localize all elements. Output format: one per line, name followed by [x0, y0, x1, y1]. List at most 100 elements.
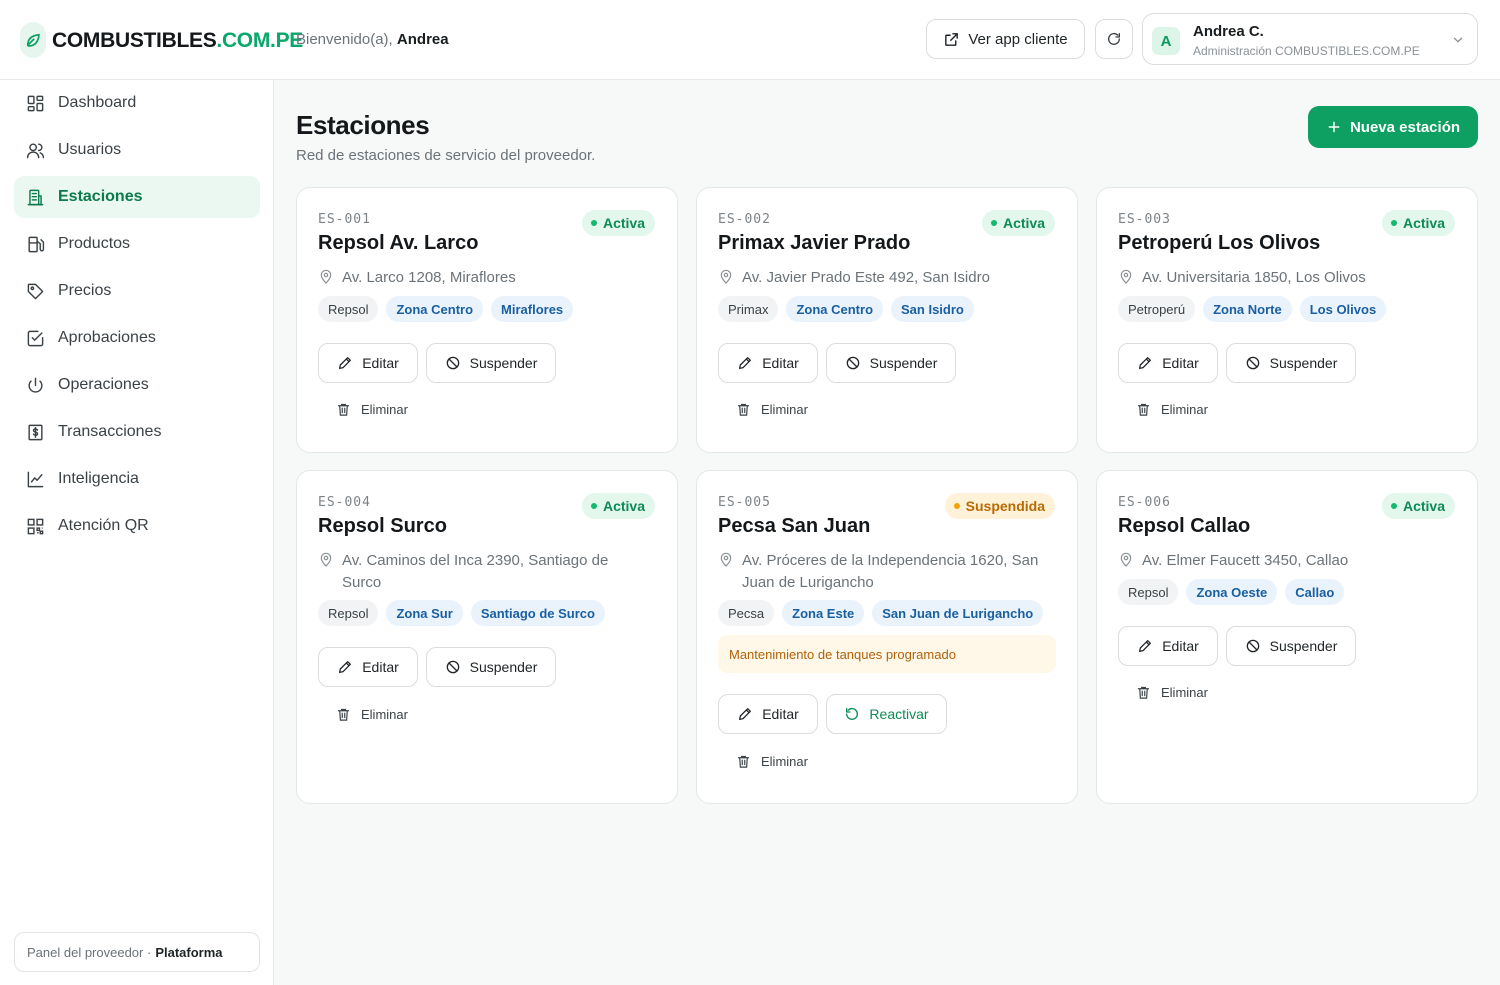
zone-tag: Zona Norte: [1203, 296, 1292, 322]
sidebar-item-inteligencia[interactable]: Inteligencia: [14, 458, 260, 500]
sidebar-item-usuarios[interactable]: Usuarios: [14, 129, 260, 171]
brand-tag: Petroperú: [1118, 296, 1196, 322]
pencil-icon: [739, 708, 752, 720]
edit-button[interactable]: Editar: [318, 343, 418, 383]
ban-icon: [1246, 639, 1259, 653]
sidebar: Dashboard Usuarios Estaciones Productos …: [0, 80, 274, 985]
avatar: A: [1152, 27, 1180, 55]
pencil-icon: [739, 357, 752, 369]
brand-tag: Repsol: [318, 296, 379, 322]
edit-button[interactable]: Editar: [1118, 343, 1218, 383]
delete-button[interactable]: Eliminar: [1136, 402, 1208, 417]
sidebar-item-precios[interactable]: Precios: [14, 270, 260, 312]
station-name: Primax Javier Prado: [718, 232, 911, 254]
station-tags: Repsol Zona Sur Santiago de Surco: [318, 600, 605, 626]
reactivate-button[interactable]: Reactivar: [826, 694, 947, 734]
refresh-button[interactable]: [1095, 19, 1133, 59]
zone-tag: Zona Centro: [786, 296, 884, 322]
plus-icon: [1328, 121, 1340, 133]
suspend-button[interactable]: Suspender: [426, 343, 556, 383]
station-name: Pecsa San Juan: [718, 515, 871, 537]
map-pin-icon: [320, 269, 332, 284]
delete-button[interactable]: Eliminar: [336, 402, 408, 417]
status-badge: Activa: [581, 210, 655, 236]
user-menu[interactable]: A Andrea C. Administración COMBUSTIBLES.…: [1142, 13, 1478, 65]
station-code: ES-002: [718, 212, 771, 227]
sidebar-item-aprobaciones[interactable]: Aprobaciones: [14, 317, 260, 359]
brand-tag: Repsol: [318, 600, 379, 626]
station-tags: Repsol Zona Centro Miraflores: [318, 296, 574, 322]
brand-logo[interactable]: COMBUSTIBLES.COM.PE: [52, 29, 303, 53]
sidebar-item-transacciones[interactable]: Transacciones: [14, 411, 260, 453]
delete-button[interactable]: Eliminar: [736, 402, 808, 417]
dollar-receipt-icon: [28, 424, 43, 440]
sidebar-item-estaciones[interactable]: Estaciones: [14, 176, 260, 218]
users-icon: [26, 142, 45, 158]
rotate-ccw-icon: [846, 707, 859, 720]
trash-icon: [337, 403, 350, 416]
edit-button[interactable]: Editar: [718, 343, 818, 383]
station-address: Av. Próceres de la Independencia 1620, S…: [718, 550, 1058, 594]
district-tag: Miraflores: [491, 296, 574, 322]
suspend-button[interactable]: Suspender: [826, 343, 956, 383]
page-subtitle: Red de estaciones de servicio del provee…: [296, 147, 596, 164]
suspend-button[interactable]: Suspender: [1226, 343, 1356, 383]
map-pin-icon: [320, 552, 332, 567]
sidebar-item-operaciones[interactable]: Operaciones: [14, 364, 260, 406]
new-station-button[interactable]: Nueva estación: [1308, 106, 1478, 148]
map-pin-icon: [720, 552, 732, 567]
pencil-icon: [1139, 357, 1152, 369]
sidebar-item-productos[interactable]: Productos: [14, 223, 260, 265]
zone-tag: Zona Centro: [386, 296, 484, 322]
pencil-icon: [1139, 640, 1152, 652]
station-tags: Repsol Zona Oeste Callao: [1118, 579, 1345, 605]
zone-tag: Zona Sur: [386, 600, 463, 626]
edit-button[interactable]: Editar: [1118, 626, 1218, 666]
qr-icon: [27, 518, 44, 534]
station-card: ES-005 Pecsa San Juan Suspendida Av. Pró…: [696, 470, 1078, 804]
station-card: ES-003 Petroperú Los Olivos Activa Av. U…: [1096, 187, 1478, 453]
status-badge: Activa: [581, 493, 655, 519]
station-card: ES-001 Repsol Av. Larco Activa Av. Larco…: [296, 187, 678, 453]
zone-tag: Zona Oeste: [1186, 579, 1278, 605]
pencil-icon: [339, 357, 352, 369]
station-tags: Pecsa Zona Este San Juan de Lurigancho: [718, 600, 1044, 626]
sidebar-item-atencion-qr[interactable]: Atención QR: [14, 505, 260, 547]
delete-button[interactable]: Eliminar: [336, 707, 408, 722]
sidebar-footer: Panel del proveedor · Plataforma: [14, 932, 260, 972]
user-role: Administración COMBUSTIBLES.COM.PE: [1193, 44, 1420, 58]
sidebar-item-dashboard[interactable]: Dashboard: [14, 82, 260, 124]
station-code: ES-004: [318, 495, 371, 510]
fuel-pump-icon: [28, 236, 45, 252]
delete-button[interactable]: Eliminar: [736, 754, 808, 769]
station-address: Av. Elmer Faucett 3450, Callao: [1118, 550, 1458, 572]
suspend-button[interactable]: Suspender: [1226, 626, 1356, 666]
map-pin-icon: [720, 269, 732, 284]
grid-icon: [27, 95, 44, 111]
ban-icon: [846, 356, 859, 370]
line-chart-icon: [27, 471, 44, 487]
edit-button[interactable]: Editar: [318, 647, 418, 687]
suspend-button[interactable]: Suspender: [426, 647, 556, 687]
status-badge: Activa: [1381, 210, 1455, 236]
brand-tag: Repsol: [1118, 579, 1179, 605]
ban-icon: [446, 356, 459, 370]
power-icon: [28, 377, 43, 393]
map-pin-icon: [1120, 269, 1132, 284]
station-card: ES-002 Primax Javier Prado Activa Av. Ja…: [696, 187, 1078, 453]
station-tags: Primax Zona Centro San Isidro: [718, 296, 974, 322]
trash-icon: [1137, 686, 1150, 699]
external-link-icon: [945, 32, 959, 46]
station-code: ES-001: [318, 212, 371, 227]
page-title: Estaciones: [296, 110, 430, 140]
district-tag: Los Olivos: [1299, 296, 1387, 322]
building-icon: [27, 189, 44, 205]
station-name: Repsol Av. Larco: [318, 232, 479, 254]
refresh-icon: [1108, 32, 1120, 45]
view-client-app-button[interactable]: Ver app cliente: [926, 19, 1085, 59]
delete-button[interactable]: Eliminar: [1136, 685, 1208, 700]
zone-tag: Zona Este: [782, 600, 865, 626]
edit-button[interactable]: Editar: [718, 694, 818, 734]
station-code: ES-006: [1118, 495, 1171, 510]
check-square-icon: [27, 330, 44, 346]
